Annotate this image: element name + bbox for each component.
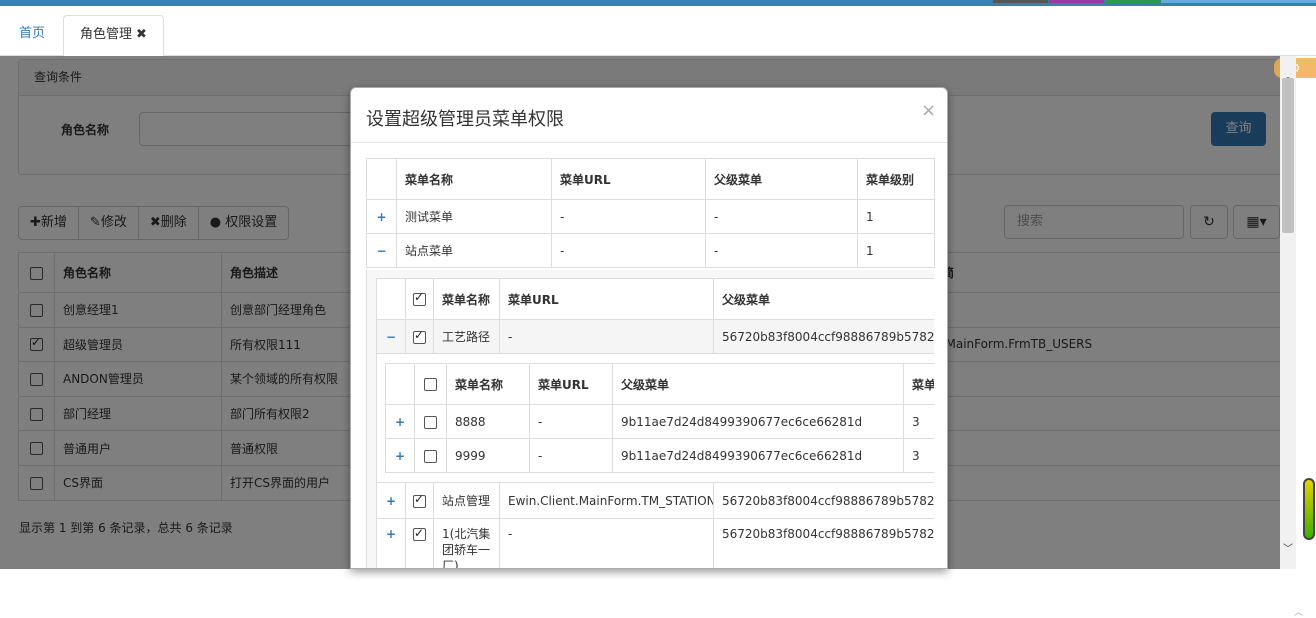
tab-label: 角色管理	[80, 27, 133, 42]
table-row[interactable]: + 9999 - 9b11ae7d24d8499390677ec6ce66281…	[385, 438, 934, 473]
table-row[interactable]: + 8888 - 9b11ae7d24d8499390677ec6ce66281…	[385, 404, 934, 439]
menu-name-cell: 9999	[446, 438, 530, 473]
collapse-icon[interactable]: −	[376, 319, 406, 354]
menu-table: 菜单名称 菜单URL 父级菜单 菜单级别 + 测试菜单 - - 1 − 站点菜单…	[366, 158, 935, 268]
table-row[interactable]: + 测试菜单 - - 1	[366, 199, 935, 234]
column-header[interactable]: 菜单名称	[396, 158, 552, 200]
theme-swatch[interactable]	[1161, 0, 1316, 3]
tab-home[interactable]: 首页	[3, 15, 61, 57]
row-checkbox[interactable]	[424, 415, 437, 429]
menu-parent-cell: 56720b83f8004ccf98886789b57822e2	[713, 482, 934, 519]
side-widget[interactable]	[1303, 478, 1315, 540]
table-row[interactable]: − 工艺路径 - 56720b83f8004ccf98886789b57822e…	[376, 319, 934, 354]
detail-row: 菜单名称 菜单URL 父级菜单 菜单级别 + 8888 - 9b11ae7d24…	[376, 353, 934, 483]
menu-name-cell: 站点菜单	[396, 233, 552, 268]
permission-modal: 设置超级管理员菜单权限 × 菜单名称 菜单URL 父级菜单 菜单级别 + 测试菜…	[350, 87, 948, 569]
column-header[interactable]: 父级菜单	[612, 363, 904, 405]
column-header[interactable]: 菜单名称	[446, 363, 530, 405]
menu-url-cell: -	[499, 518, 714, 568]
select-all-cell	[405, 278, 434, 320]
expand-icon[interactable]: +	[385, 404, 415, 439]
tab-label: 首页	[19, 26, 46, 41]
menu-parent-cell: 9b11ae7d24d8499390677ec6ce66281d	[612, 438, 904, 473]
scroll-down-icon[interactable]: ﹀	[1280, 540, 1296, 555]
row-select-cell	[405, 319, 434, 354]
select-all-checkbox[interactable]	[424, 378, 437, 391]
menu-parent-cell: 56720b83f8004ccf98886789b57822e2	[713, 319, 934, 354]
page-scrollbar[interactable]: ︿ ﹀	[1280, 56, 1296, 569]
row-checkbox[interactable]	[413, 525, 426, 541]
select-all-checkbox[interactable]	[413, 290, 426, 306]
expand-icon[interactable]: +	[376, 482, 406, 519]
detail-cell: 菜单名称 菜单URL 父级菜单 菜单级别 + 8888 - 9b11ae7d24…	[376, 353, 934, 483]
expand-header-cell	[385, 363, 415, 405]
column-header[interactable]: 菜单级别	[903, 363, 934, 405]
row-checkbox[interactable]	[413, 328, 426, 344]
row-select-cell	[414, 438, 447, 473]
menu-url-cell: -	[529, 404, 613, 439]
detail-view: 菜单名称 菜单URL 父级菜单 − 工艺路径 - 56720b83f8004cc…	[366, 270, 934, 568]
theme-swatch[interactable]	[993, 0, 1048, 3]
menu-url-cell: -	[529, 438, 613, 473]
menu-url-cell: -	[551, 233, 706, 268]
table-row[interactable]: − 站点菜单 - - 1	[366, 233, 935, 268]
tab-bar: 首页 角色管理 ✖	[0, 6, 1316, 57]
sub-menu-table: 菜单名称 菜单URL 父级菜单 − 工艺路径 - 56720b83f8004cc…	[376, 278, 934, 568]
sub-sub-menu-table: 菜单名称 菜单URL 父级菜单 菜单级别 + 8888 - 9b11ae7d24…	[385, 363, 934, 473]
collapse-icon[interactable]: −	[366, 233, 397, 268]
row-select-cell	[405, 482, 434, 519]
menu-level-cell: 1	[857, 199, 935, 234]
expand-icon[interactable]: +	[385, 438, 415, 473]
menu-name-cell: 测试菜单	[396, 199, 552, 234]
menu-parent-cell: 56720b83f8004ccf98886789b57822e2	[713, 518, 934, 568]
table-row[interactable]: + 站点管理 Ewin.Client.MainForm.TM_STATION 5…	[376, 482, 934, 519]
expand-icon[interactable]: +	[366, 199, 397, 234]
table-row[interactable]: + 1(北汽集团轿车一厂) - 56720b83f8004ccf98886789…	[376, 518, 934, 568]
menu-url-cell: -	[499, 319, 714, 354]
scrollbar-thumb[interactable]	[1282, 78, 1294, 233]
column-header[interactable]: 父级菜单	[713, 278, 934, 320]
menu-name-cell: 工艺路径	[433, 319, 500, 354]
column-header[interactable]: 菜单名称	[433, 278, 500, 320]
table-header-row: 菜单名称 菜单URL 父级菜单	[376, 278, 934, 320]
tab-role-management[interactable]: 角色管理 ✖	[63, 15, 164, 57]
theme-swatch[interactable]	[1049, 0, 1104, 3]
expand-header-cell	[366, 158, 397, 200]
menu-name-cell: 8888	[446, 404, 530, 439]
theme-swatch[interactable]	[1105, 0, 1160, 3]
menu-parent-cell: -	[705, 199, 858, 234]
expand-header-cell	[376, 278, 406, 320]
row-checkbox[interactable]	[424, 449, 437, 463]
menu-level-cell: 3	[903, 404, 934, 439]
menu-url-cell: Ewin.Client.MainForm.TM_STATION	[499, 482, 714, 519]
row-select-cell	[405, 518, 434, 568]
menu-level-cell: 1	[857, 233, 935, 268]
menu-parent-cell: 9b11ae7d24d8499390677ec6ce66281d	[612, 404, 904, 439]
column-header[interactable]: 菜单URL	[499, 278, 714, 320]
close-icon[interactable]: ✖	[136, 27, 147, 42]
menu-parent-cell: -	[705, 233, 858, 268]
modal-title: 设置超级管理员菜单权限	[366, 109, 564, 130]
column-header[interactable]: 菜单级别	[857, 158, 935, 200]
close-icon[interactable]: ×	[921, 100, 936, 121]
menu-name-cell: 站点管理	[433, 482, 500, 519]
menu-name-cell: 1(北汽集团轿车一厂)	[433, 518, 500, 568]
column-header[interactable]: 菜单URL	[529, 363, 613, 405]
table-header-row: 菜单名称 菜单URL 父级菜单 菜单级别	[366, 158, 935, 200]
menu-url-cell: -	[551, 199, 706, 234]
column-header[interactable]: 菜单URL	[551, 158, 706, 200]
select-all-cell	[414, 363, 447, 405]
menu-level-cell: 3	[903, 438, 934, 473]
row-checkbox[interactable]	[413, 492, 426, 508]
row-select-cell	[414, 404, 447, 439]
expand-icon[interactable]: +	[376, 518, 406, 568]
column-header[interactable]: 父级菜单	[705, 158, 858, 200]
table-header-row: 菜单名称 菜单URL 父级菜单 菜单级别	[385, 363, 934, 405]
caret-up-icon[interactable]: ︿	[1294, 605, 1303, 618]
